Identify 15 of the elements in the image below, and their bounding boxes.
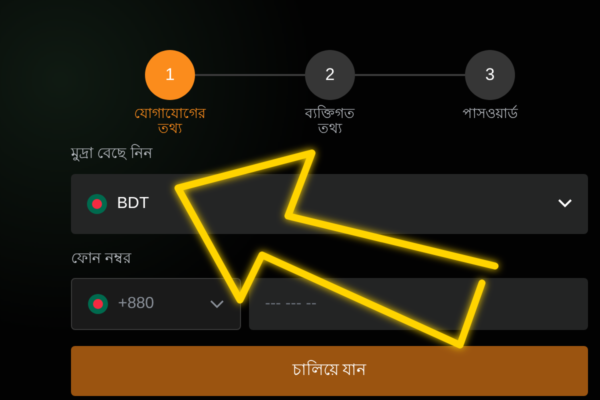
chevron-down-icon <box>558 199 572 208</box>
flag-icon <box>88 294 108 314</box>
currency-select[interactable]: BDT <box>71 174 588 234</box>
step-label: পাসওয়ার্ড <box>462 106 518 121</box>
phone-input[interactable]: --- --- -- <box>249 278 588 330</box>
flag-icon <box>87 194 107 214</box>
step-indicator[interactable]: 2 <box>305 50 355 100</box>
field-label: ফোন নম্বর <box>71 248 132 269</box>
step-label: ব্যক্তিগত তথ্য <box>305 106 355 136</box>
field-label: মুদ্রা বেছে নিন <box>71 143 154 164</box>
step-indicator[interactable]: 3 <box>465 50 515 100</box>
step-label: যোগাযোগের তথ্য <box>134 106 206 136</box>
country-code-select[interactable]: +880 <box>71 278 241 330</box>
continue-button[interactable]: চালিয়ে যান <box>71 346 588 396</box>
chevron-down-icon <box>210 300 224 309</box>
